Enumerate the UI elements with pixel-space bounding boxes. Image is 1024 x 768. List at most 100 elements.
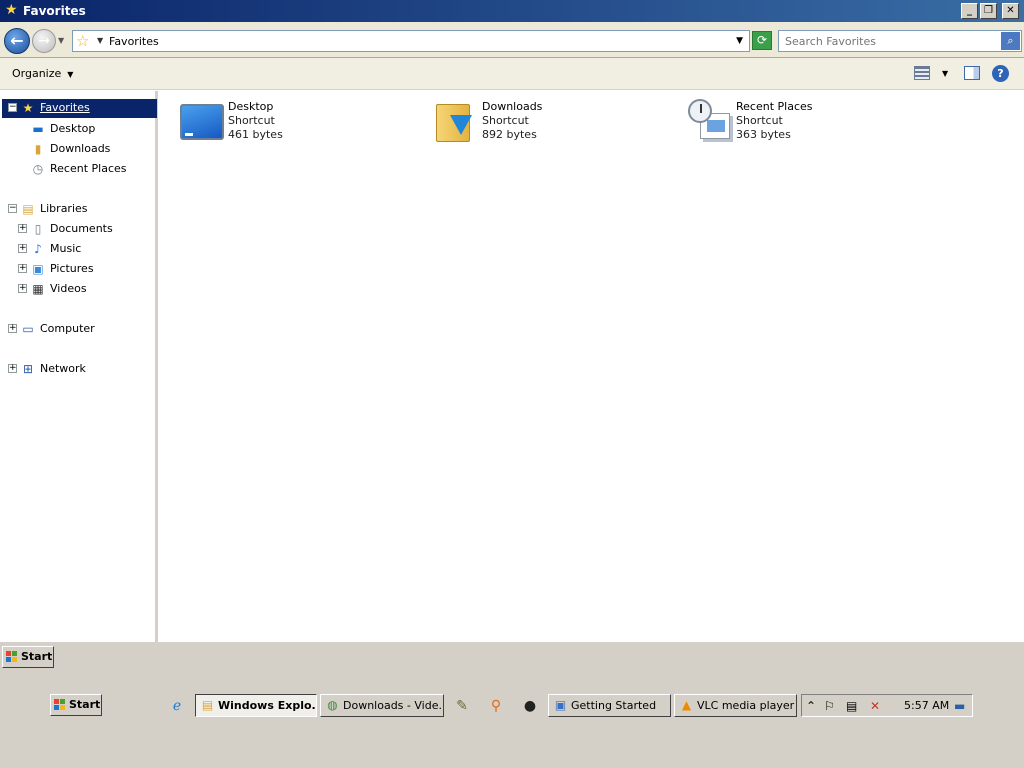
- organize-button[interactable]: Organize ▼: [12, 67, 73, 80]
- help-icon[interactable]: ?: [992, 65, 1009, 82]
- tree-item-label: Network: [40, 362, 86, 375]
- tree-item-libraries[interactable]: − ▤ Libraries: [8, 200, 148, 218]
- browser-icon: ◍: [327, 698, 338, 712]
- tree-item-desktop[interactable]: ▬ Desktop: [30, 120, 150, 138]
- file-item-recent-places[interactable]: Recent Places Shortcut 363 bytes: [686, 99, 916, 149]
- file-item-desktop[interactable]: Desktop Shortcut 461 bytes: [178, 99, 408, 149]
- recent-places-icon: [686, 99, 732, 145]
- chevron-down-icon[interactable]: ▼: [97, 36, 103, 45]
- network-tray-icon[interactable]: ▤: [846, 697, 857, 715]
- start-label: Start: [21, 650, 53, 663]
- file-type: Shortcut: [482, 114, 529, 127]
- task-label: Getting Started: [571, 699, 657, 712]
- tree-item-label: Favorites: [40, 101, 90, 114]
- organize-label: Organize: [12, 67, 62, 80]
- recent-places-icon: ◷: [32, 162, 44, 176]
- star-icon: ★: [5, 2, 18, 18]
- address-field[interactable]: ☆ ▼ Favorites ▼: [72, 30, 750, 52]
- view-options-dropdown-icon[interactable]: ▼: [942, 69, 948, 78]
- computer-icon: ▭: [22, 322, 34, 336]
- preview-pane-icon[interactable]: [964, 66, 980, 80]
- chevron-down-icon: ▼: [67, 70, 74, 79]
- network-icon: ⊞: [22, 362, 34, 376]
- tree-item-label: Pictures: [50, 262, 94, 275]
- tree-item-favorites[interactable]: − ★ Favorites: [2, 99, 157, 118]
- task-windows-explorer[interactable]: ▤ Windows Explo...: [195, 694, 317, 717]
- collapse-icon[interactable]: −: [8, 103, 17, 112]
- expand-icon[interactable]: +: [18, 224, 27, 233]
- file-type: Shortcut: [736, 114, 783, 127]
- tree-item-videos[interactable]: + ▦ Videos: [18, 280, 148, 298]
- notepad-icon[interactable]: ✎: [453, 697, 471, 715]
- search-input[interactable]: [779, 31, 999, 51]
- task-label: VLC media player: [697, 699, 795, 712]
- refresh-button[interactable]: ⟳: [752, 31, 772, 50]
- expand-icon[interactable]: +: [8, 364, 17, 373]
- show-hidden-icons-icon[interactable]: ⌃: [806, 697, 816, 715]
- documents-icon: ▯: [34, 222, 42, 236]
- title-bar[interactable]: ★ Favorites _ ❐ ✕: [0, 0, 1024, 22]
- pictures-icon: ▣: [32, 262, 44, 276]
- address-dropdown-icon[interactable]: ▼: [736, 36, 743, 46]
- tree-item-computer[interactable]: + ▭ Computer: [8, 320, 148, 338]
- task-vlc-media-player[interactable]: ▲ VLC media player: [674, 694, 797, 717]
- task-label: Windows Explo...: [218, 699, 317, 712]
- tree-item-recent-places[interactable]: ◷ Recent Places: [30, 160, 150, 178]
- start-button[interactable]: Start: [2, 646, 54, 668]
- action-center-flag-icon[interactable]: ⚐: [824, 697, 835, 715]
- task-downloads-video[interactable]: ◍ Downloads - Vide...: [320, 694, 444, 717]
- windows-logo-icon: [54, 699, 66, 711]
- tree-item-label: Libraries: [40, 202, 88, 215]
- recent-pages-dropdown-icon[interactable]: ▼: [58, 36, 64, 45]
- expand-icon[interactable]: +: [8, 324, 17, 333]
- change-view-icon[interactable]: [914, 66, 930, 80]
- file-size: 892 bytes: [482, 128, 537, 141]
- tree-item-documents[interactable]: + ▯ Documents: [18, 220, 148, 238]
- explorer-window: ★ Favorites _ ❐ ✕ ← → ▼ ☆ ▼ Favorites ▼ …: [0, 0, 1024, 642]
- tree-item-pictures[interactable]: + ▣ Pictures: [18, 260, 148, 278]
- file-size: 363 bytes: [736, 128, 791, 141]
- star-icon: ☆: [76, 32, 90, 50]
- task-getting-started[interactable]: ▣ Getting Started: [548, 694, 671, 717]
- taskbar: Start ℯ ▤ Windows Explo... ◍ Downloads -…: [0, 690, 1024, 722]
- downloads-folder-icon: [432, 99, 478, 145]
- file-list: Desktop Shortcut 461 bytes Downloads Sho…: [161, 91, 1024, 642]
- back-button[interactable]: ←: [4, 28, 30, 54]
- show-desktop-icon[interactable]: ▬: [954, 697, 965, 715]
- downloads-folder-icon: ▮: [34, 142, 42, 156]
- file-item-downloads[interactable]: Downloads Shortcut 892 bytes: [432, 99, 662, 149]
- tree-item-label: Desktop: [50, 122, 96, 135]
- forward-button[interactable]: →: [32, 29, 56, 53]
- restore-button[interactable]: ❐: [980, 3, 997, 19]
- system-tray: ⌃ ⚐ ▤ ✕ 5:57 AM ▬: [801, 694, 973, 717]
- volume-muted-icon[interactable]: ✕: [870, 697, 880, 715]
- file-name: Downloads: [482, 100, 543, 113]
- file-type: Shortcut: [228, 114, 275, 127]
- search-tool-icon[interactable]: ⚲: [487, 697, 505, 715]
- close-button[interactable]: ✕: [1002, 3, 1019, 19]
- file-name: Desktop: [228, 100, 274, 113]
- music-icon: ♪: [34, 242, 42, 256]
- videos-icon: ▦: [32, 282, 44, 296]
- expand-icon[interactable]: +: [18, 244, 27, 253]
- collapse-icon[interactable]: −: [8, 204, 17, 213]
- minimize-button[interactable]: _: [961, 3, 978, 19]
- tree-item-label: Documents: [50, 222, 113, 235]
- expand-icon[interactable]: +: [18, 284, 27, 293]
- start-button[interactable]: Start: [50, 694, 102, 716]
- tree-item-network[interactable]: + ⊞ Network: [8, 360, 148, 378]
- search-field[interactable]: ⌕: [778, 30, 1022, 52]
- navigation-pane: − ★ Favorites ▬ Desktop ▮ Downloads ◷ Re…: [0, 91, 158, 642]
- address-path[interactable]: Favorites: [109, 35, 159, 48]
- start-label: Start: [69, 698, 101, 711]
- internet-explorer-icon[interactable]: ℯ: [168, 697, 186, 715]
- file-size: 461 bytes: [228, 128, 283, 141]
- tree-item-downloads[interactable]: ▮ Downloads: [30, 140, 150, 158]
- media-icon[interactable]: ●: [521, 697, 539, 715]
- search-icon[interactable]: ⌕: [1001, 32, 1020, 50]
- windows-logo-icon: [6, 651, 18, 663]
- tree-item-music[interactable]: + ♪ Music: [18, 240, 148, 258]
- clock[interactable]: 5:57 AM: [904, 697, 949, 715]
- window-title: Favorites: [23, 4, 86, 18]
- expand-icon[interactable]: +: [18, 264, 27, 273]
